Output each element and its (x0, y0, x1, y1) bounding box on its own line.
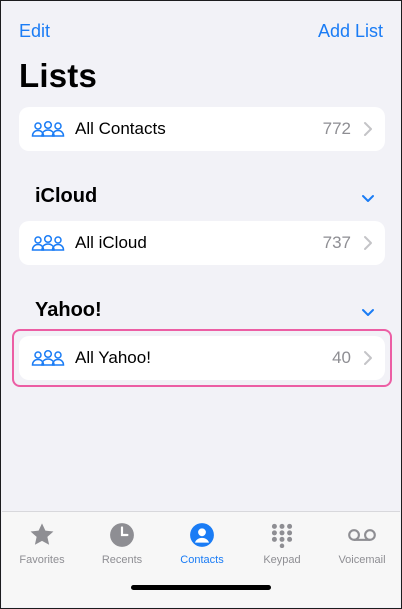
tab-label: Recents (101, 554, 143, 566)
section-title: iCloud (35, 184, 98, 207)
edit-button[interactable]: Edit (19, 21, 50, 42)
list-label: All Contacts (75, 119, 166, 138)
home-indicator (131, 585, 271, 590)
list-row-all-icloud[interactable]: All iCloud 737 (19, 221, 385, 265)
tab-label: Keypad (263, 554, 301, 566)
chevron-down-icon[interactable] (361, 305, 375, 316)
list-count: 772 (322, 119, 351, 138)
clock-icon (107, 520, 137, 550)
navigation-bar: Edit Add List (19, 19, 383, 43)
tab-keypad[interactable]: Keypad (242, 520, 322, 566)
tab-voicemail[interactable]: Voicemail (322, 520, 402, 566)
tab-label: Favorites (19, 554, 65, 566)
screen: Edit Add List Lists All Contacts 772 iCl… (0, 0, 402, 609)
tab-favorites[interactable]: Favorites (2, 520, 82, 566)
section-header-yahoo: Yahoo! (35, 297, 375, 323)
keypad-icon (267, 520, 297, 550)
star-icon (27, 520, 57, 550)
group-icon (31, 120, 65, 138)
chevron-down-icon[interactable] (361, 191, 375, 202)
tab-label: Contacts (180, 554, 224, 566)
tab-bar: Favorites Recents Contacts Keypad Voicem… (2, 511, 400, 607)
list-count: 737 (322, 233, 351, 252)
list-label: All iCloud (75, 233, 147, 252)
section-title: Yahoo! (35, 298, 102, 321)
add-list-button[interactable]: Add List (318, 21, 383, 42)
group-icon (31, 234, 65, 252)
tab-recents[interactable]: Recents (82, 520, 162, 566)
page-title: Lists (19, 57, 98, 94)
chevron-right-icon (363, 121, 373, 137)
voicemail-icon (347, 520, 377, 550)
person-circle-icon (187, 520, 217, 550)
highlight-outline (12, 329, 392, 387)
list-row-all-contacts[interactable]: All Contacts 772 (19, 107, 385, 151)
section-header-icloud: iCloud (35, 183, 375, 209)
chevron-right-icon (363, 235, 373, 251)
tab-label: Voicemail (338, 554, 386, 566)
tab-contacts[interactable]: Contacts (162, 520, 242, 566)
